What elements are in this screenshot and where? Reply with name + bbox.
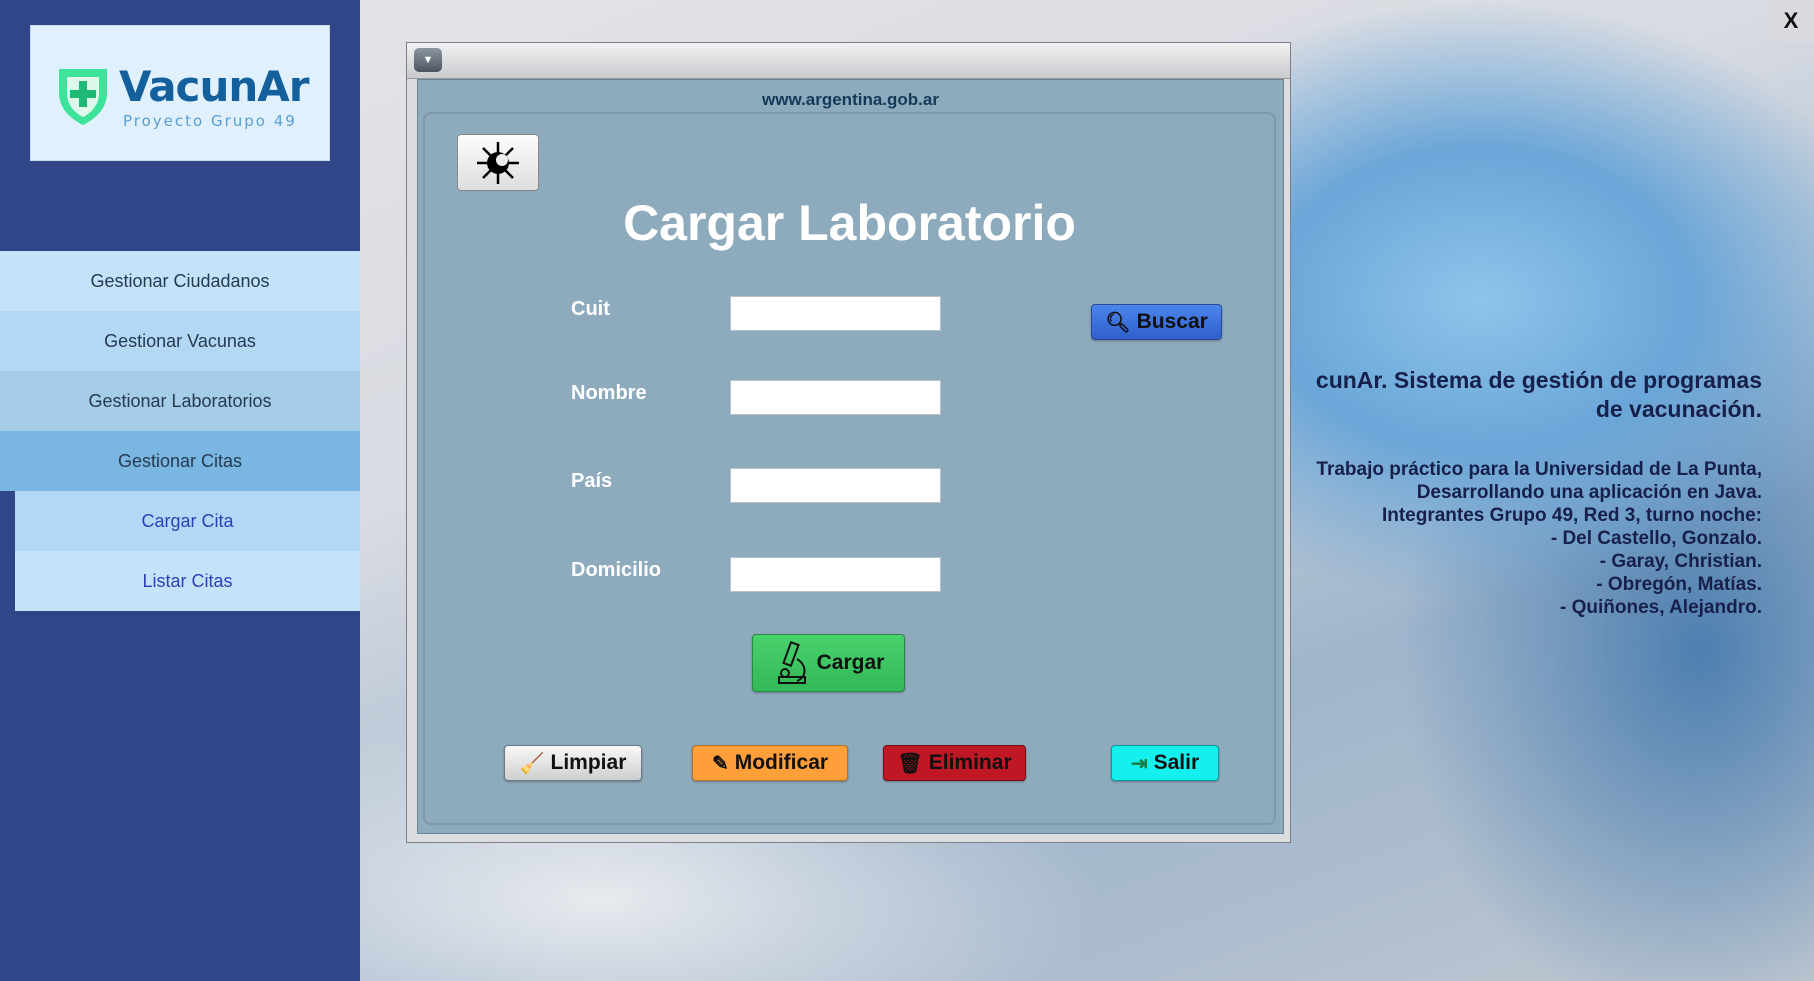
salir-label: Salir [1153, 751, 1200, 774]
eliminar-button[interactable]: 🗑︎ Eliminar [883, 745, 1026, 781]
about-line: Desarrollando una aplicación en Java. [1416, 482, 1762, 503]
about-heading-line: de vacunación. [1595, 396, 1762, 422]
url-label: www.argentina.gob.ar [762, 90, 939, 109]
chevron-down-icon: ▼ [422, 54, 434, 66]
edit-icon: ✎ [711, 752, 729, 775]
logo: VacunAr Proyecto Grupo 49 [30, 25, 330, 161]
sidebar-item-ciudadanos[interactable]: Gestionar Ciudadanos [0, 251, 360, 311]
nombre-label: Nombre [571, 382, 647, 404]
modificar-button[interactable]: ✎ Modificar [692, 745, 848, 781]
sidebar-item-listar-citas[interactable]: Listar Citas [15, 551, 360, 611]
about-line: - Obregón, Matías. [1596, 574, 1762, 595]
cuit-label: Cuit [571, 298, 610, 320]
domicilio-input[interactable] [730, 557, 941, 592]
sun-moon-icon [477, 141, 519, 184]
form-panel: Cargar Laboratorio Cuit Nombre País Domi… [423, 112, 1276, 825]
about-line: - Quiñones, Alejandro. [1560, 597, 1762, 618]
trash-icon: 🗑︎ [897, 752, 923, 775]
modificar-label: Modificar [734, 751, 829, 774]
pais-label: País [571, 470, 613, 492]
limpiar-label: Limpiar [550, 751, 627, 774]
sidebar-item-laboratorios[interactable]: Gestionar Laboratorios [0, 371, 360, 431]
pais-input[interactable] [730, 468, 941, 503]
dialog-content: www.argentina.gob.ar Cargar Laboratorio … [417, 79, 1284, 834]
sidebar: VacunAr Proyecto Grupo 49 Gestionar Ciud… [0, 0, 360, 981]
dialog-menu-button[interactable]: ▼ [414, 48, 442, 72]
about-heading-line: cunAr. Sistema de gestión de programas [1315, 367, 1762, 393]
buscar-button[interactable]: 🔍︎ Buscar [1091, 304, 1222, 340]
close-button[interactable]: X [1768, 0, 1814, 42]
domicilio-label: Domicilio [571, 559, 662, 581]
microscope-icon [777, 641, 806, 684]
logo-subtitle: Proyecto Grupo 49 [123, 112, 297, 130]
broom-icon: 🧹 [519, 752, 545, 775]
shield-plus-icon [59, 69, 107, 125]
sidebar-item-cargar-cita[interactable]: Cargar Cita [15, 491, 360, 551]
cargar-label: Cargar [816, 651, 885, 674]
cargar-button[interactable]: Cargar [752, 634, 905, 692]
about-text: cunAr. Sistema de gestión de programas d… [1302, 366, 1762, 619]
eliminar-label: Eliminar [928, 751, 1012, 774]
logo-name: VacunAr [119, 62, 309, 111]
limpiar-button[interactable]: 🧹 Limpiar [504, 745, 642, 781]
sidebar-item-vacunas[interactable]: Gestionar Vacunas [0, 311, 360, 371]
sidebar-item-citas[interactable]: Gestionar Citas [0, 431, 360, 491]
magnifier-icon: 🔍︎ [1105, 311, 1131, 334]
dialog-titlebar: ▼ [407, 43, 1290, 79]
page-title: Cargar Laboratorio [623, 195, 1076, 251]
buscar-label: Buscar [1136, 310, 1208, 333]
cuit-input[interactable] [730, 296, 941, 331]
about-line: Trabajo práctico para la Universidad de … [1316, 459, 1762, 480]
cargar-laboratorio-dialog: ▼ www.argentina.gob.ar Cargar Laboratori… [406, 42, 1291, 843]
nombre-input[interactable] [730, 380, 941, 415]
about-line: - Garay, Christian. [1599, 551, 1762, 572]
salir-button[interactable]: ⇥ Salir [1111, 745, 1219, 781]
about-line: - Del Castello, Gonzalo. [1550, 528, 1762, 549]
theme-toggle-button[interactable] [457, 134, 539, 191]
about-line: Integrantes Grupo 49, Red 3, turno noche… [1381, 505, 1762, 526]
exit-icon: ⇥ [1130, 752, 1148, 775]
